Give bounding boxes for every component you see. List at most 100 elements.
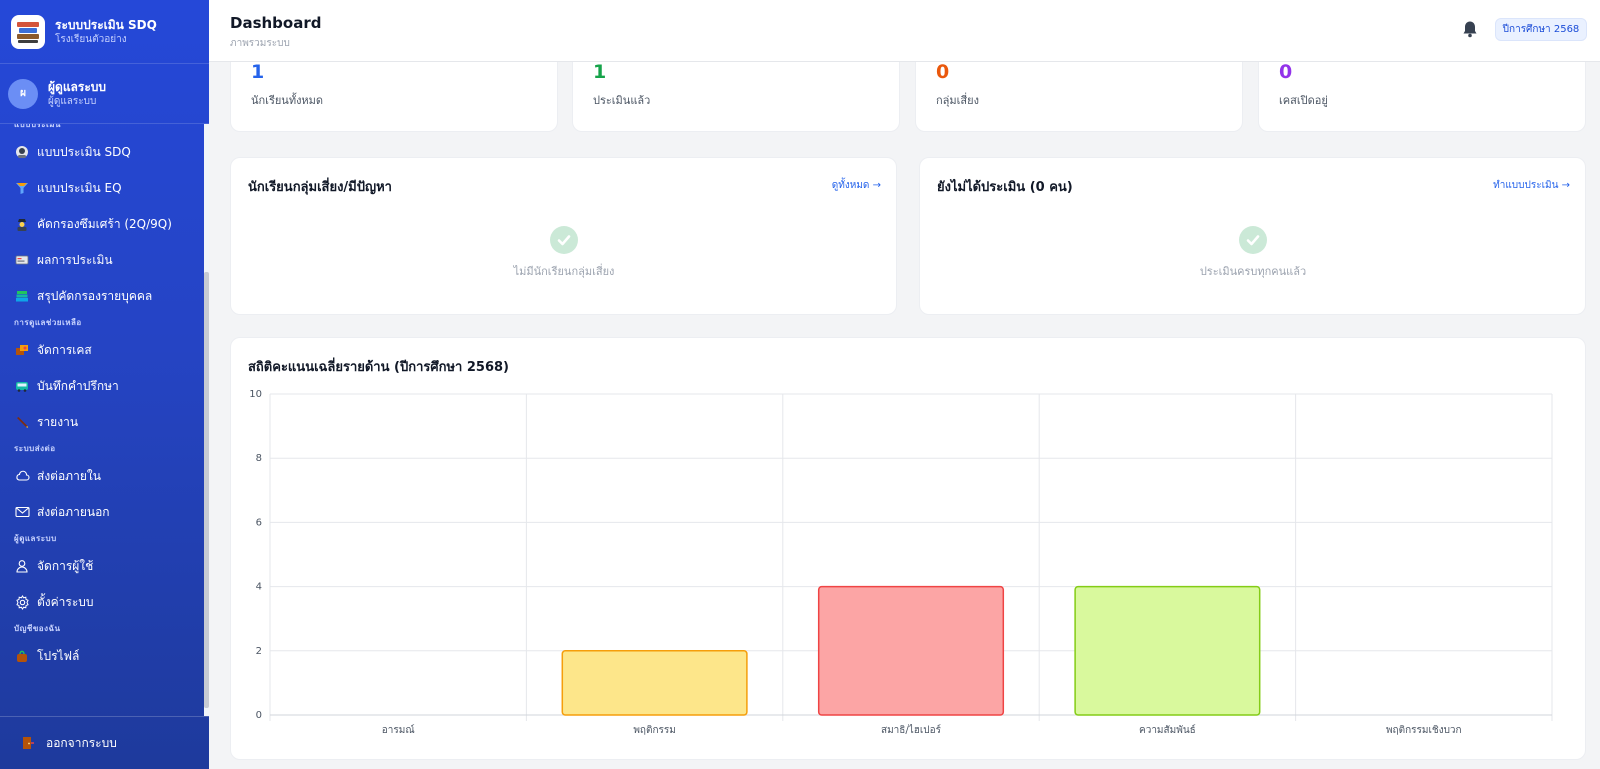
bar[interactable] bbox=[817, 585, 1005, 716]
sidebar-item-system-settings[interactable]: ตั้งค่าระบบ bbox=[0, 584, 204, 620]
sidebar-item-profile[interactable]: โปรไฟล์ bbox=[0, 638, 204, 674]
y-tick-label: 0 bbox=[256, 710, 262, 721]
sidebar-item-results[interactable]: ผลการประเมิน bbox=[0, 242, 204, 278]
sidebar-menu: แบบประเมิน แบบประเมิน SDQ แบบประเมิน EQ … bbox=[0, 124, 204, 716]
sidebar-item-user-management[interactable]: จัดการผู้ใช้ bbox=[0, 548, 204, 584]
page-title: Dashboard bbox=[230, 14, 322, 32]
logout-button[interactable]: ออกจากระบบ bbox=[0, 716, 209, 769]
y-tick-label: 2 bbox=[256, 646, 262, 657]
stat-card-total-students: 1 นักเรียนทั้งหมด bbox=[230, 62, 558, 132]
stat-label: เคสเปิดอยู่ bbox=[1279, 94, 1328, 107]
cloud-icon bbox=[14, 468, 30, 484]
sidebar-item-internal-referral[interactable]: ส่งต่อภายใน bbox=[0, 458, 204, 494]
user-name: ผู้ดูแลระบบ bbox=[48, 79, 107, 94]
profile-bag-icon bbox=[14, 648, 30, 664]
sidebar-item-label: แบบประเมิน EQ bbox=[37, 180, 122, 195]
stat-label: นักเรียนทั้งหมด bbox=[251, 94, 324, 107]
door-exit-icon bbox=[20, 735, 36, 751]
envelope-icon bbox=[14, 504, 30, 520]
books-logo-icon bbox=[11, 14, 45, 49]
gear-icon bbox=[14, 594, 30, 610]
sidebar-item-external-referral[interactable]: ส่งต่อภายนอก bbox=[0, 494, 204, 530]
panel-title: ยังไม่ได้ประเมิน (0 คน) bbox=[937, 180, 1073, 195]
case-box-icon bbox=[14, 342, 30, 358]
stat-card-risk-group: 0 กลุ่มเสี่ยง bbox=[915, 62, 1243, 132]
detective-icon bbox=[14, 216, 30, 232]
sidebar-item-counseling-log[interactable]: บันทึกคำปรึกษา bbox=[0, 368, 204, 404]
sidebar-item-depression-screening[interactable]: คัดกรองซึมเศร้า (2Q/9Q) bbox=[0, 206, 204, 242]
empty-state-text: ไม่มีนักเรียนกลุ่มเสี่ยง bbox=[513, 265, 615, 278]
bell-icon[interactable] bbox=[1460, 19, 1480, 39]
x-tick-label: พฤติกรรม bbox=[633, 725, 676, 736]
do-assessment-link[interactable]: ทำแบบประเมิน → bbox=[1493, 178, 1570, 193]
user-role: ผู้ดูแลระบบ bbox=[48, 95, 97, 107]
stat-value: 1 bbox=[593, 62, 607, 83]
section-label-admin: ผู้ดูแลระบบ bbox=[14, 534, 57, 543]
sidebar-item-label: จัดการเคส bbox=[37, 342, 92, 357]
stat-label: กลุ่มเสี่ยง bbox=[936, 94, 979, 107]
stacked-books-icon bbox=[14, 288, 30, 304]
sidebar-item-reports[interactable]: รายงาน bbox=[0, 404, 204, 440]
bar[interactable] bbox=[561, 650, 748, 716]
chart-title: สถิติคะแนนเฉลี่ยรายด้าน (ปีการศึกษา 2568… bbox=[248, 360, 510, 375]
stat-value: 0 bbox=[936, 62, 950, 83]
sidebar-item-individual-summary[interactable]: สรุปคัดกรองรายบุคคล bbox=[0, 278, 204, 314]
risk-students-panel: นักเรียนกลุ่มเสี่ยง/มีปัญหา ดูทั้งหมด → … bbox=[230, 157, 897, 315]
user-icon bbox=[14, 558, 30, 574]
stat-value: 1 bbox=[251, 62, 265, 83]
sidebar-item-eq[interactable]: แบบประเมิน EQ bbox=[0, 170, 204, 206]
sidebar-item-label: ผลการประเมิน bbox=[37, 252, 113, 267]
sidebar-item-label: รายงาน bbox=[37, 414, 79, 429]
pending-assessment-panel: ยังไม่ได้ประเมิน (0 คน) ทำแบบประเมิน → ป… bbox=[919, 157, 1586, 315]
bus-icon bbox=[14, 378, 30, 394]
funnel-icon bbox=[14, 180, 30, 196]
main-content: 1 นักเรียนทั้งหมด 1 ประเมินแล้ว 0 กลุ่มเ… bbox=[209, 62, 1600, 769]
brand: ระบบประเมิน SDQ โรงเรียนตัวอย่าง bbox=[0, 0, 209, 64]
sidebar-item-label: สรุปคัดกรองรายบุคคล bbox=[37, 288, 153, 303]
sidebar-item-label: คัดกรองซึมเศร้า (2Q/9Q) bbox=[37, 216, 172, 231]
score-chart-panel: สถิติคะแนนเฉลี่ยรายด้าน (ปีการศึกษา 2568… bbox=[230, 337, 1586, 760]
stat-card-open-cases: 0 เคสเปิดอยู่ bbox=[1258, 62, 1586, 132]
child-face-icon bbox=[14, 144, 30, 160]
sidebar-item-sdq[interactable]: แบบประเมิน SDQ bbox=[0, 134, 204, 170]
sidebar-item-label: บันทึกคำปรึกษา bbox=[37, 378, 119, 393]
x-tick-label: สมาธิ/ไฮเปอร์ bbox=[881, 724, 942, 736]
sidebar-item-cases[interactable]: จัดการเคส bbox=[0, 332, 204, 368]
pen-icon bbox=[14, 414, 30, 430]
sidebar-item-label: โปรไฟล์ bbox=[37, 648, 80, 663]
top-header: Dashboard ภาพรวมระบบ ปีการศึกษา 2568 bbox=[209, 0, 1600, 62]
check-circle-icon bbox=[550, 226, 578, 254]
logout-label: ออกจากระบบ bbox=[46, 735, 117, 750]
app-title: ระบบประเมิน SDQ bbox=[55, 17, 157, 32]
user-profile: ผ ผู้ดูแลระบบ ผู้ดูแลระบบ bbox=[0, 64, 209, 124]
section-label-support: การดูแลช่วยเหลือ bbox=[14, 318, 82, 327]
sidebar-item-label: ตั้งค่าระบบ bbox=[37, 594, 94, 609]
x-tick-label: ความสัมพันธ์ bbox=[1139, 724, 1196, 736]
section-label-referral: ระบบส่งต่อ bbox=[14, 444, 56, 453]
bar-chart: 0 2 4 6 8 10 อารมณ์ พฤติกรรม สมาธิ/ไฮเปอร์ ความสั… bbox=[249, 389, 1553, 736]
stat-label: ประเมินแล้ว bbox=[593, 94, 651, 107]
report-card-icon bbox=[14, 252, 30, 268]
app-subtitle: โรงเรียนตัวอย่าง bbox=[55, 33, 127, 45]
view-all-link[interactable]: ดูทั้งหมด → bbox=[832, 178, 881, 193]
y-tick-label: 8 bbox=[256, 453, 262, 464]
academic-year-badge[interactable]: ปีการศึกษา 2568 bbox=[1495, 18, 1587, 41]
sidebar: ระบบประเมิน SDQ โรงเรียนตัวอย่าง ผ ผู้ดู… bbox=[0, 0, 209, 769]
sidebar-item-label: ส่งต่อภายนอก bbox=[37, 504, 110, 519]
panel-title: นักเรียนกลุ่มเสี่ยง/มีปัญหา bbox=[248, 180, 392, 195]
sidebar-item-label: จัดการผู้ใช้ bbox=[37, 558, 94, 573]
stat-card-assessed: 1 ประเมินแล้ว bbox=[572, 62, 900, 132]
stat-value: 0 bbox=[1279, 62, 1293, 83]
bar[interactable] bbox=[1074, 585, 1261, 716]
page-subtitle: ภาพรวมระบบ bbox=[230, 38, 290, 49]
y-tick-label: 10 bbox=[249, 389, 262, 400]
sidebar-item-label: แบบประเมิน SDQ bbox=[37, 144, 131, 159]
y-tick-label: 4 bbox=[256, 582, 262, 593]
y-tick-label: 6 bbox=[256, 517, 262, 528]
avatar: ผ bbox=[8, 78, 38, 109]
x-tick-label: อารมณ์ bbox=[382, 724, 415, 736]
check-circle-icon bbox=[1239, 226, 1267, 254]
section-label-account: บัญชีของฉัน bbox=[14, 624, 61, 633]
sidebar-item-label: ส่งต่อภายใน bbox=[37, 468, 101, 483]
section-label-assessment: แบบประเมิน bbox=[14, 124, 61, 129]
